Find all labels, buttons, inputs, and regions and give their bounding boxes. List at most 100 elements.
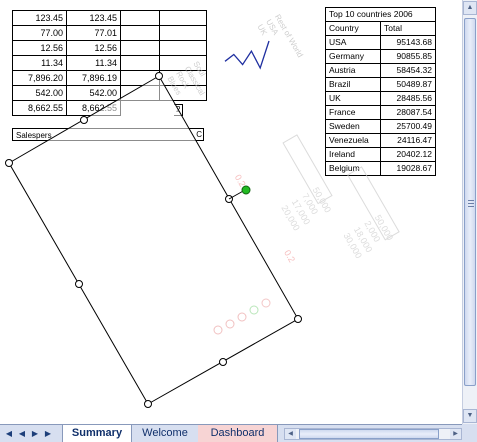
chart-value: 2,000	[362, 219, 382, 244]
number-cell[interactable]: 12.56	[12, 40, 67, 56]
total-value-cell[interactable]: 50489.87	[380, 77, 436, 92]
tab-welcome[interactable]: Welcome	[132, 425, 198, 442]
chart-value: 7,000	[300, 192, 320, 217]
country-cell[interactable]: France	[325, 105, 381, 120]
country-cell[interactable]: USA	[325, 35, 381, 50]
top10-row: France 28087.54	[325, 105, 436, 120]
chart-marker	[249, 305, 259, 315]
number-cell[interactable]: 542.00	[12, 85, 67, 101]
resize-handle[interactable]	[219, 358, 227, 366]
total-value-cell[interactable]: 90855.85	[380, 49, 436, 64]
next-sheet-icon[interactable]: ▶	[30, 428, 40, 439]
grip-line	[468, 203, 474, 204]
number-cell[interactable]: 123.45	[66, 10, 121, 26]
tab-dashboard[interactable]: Dashboard	[198, 425, 278, 442]
number-cell[interactable]: 7,896.19	[66, 70, 121, 86]
resize-handle[interactable]	[225, 195, 233, 203]
tab-summary[interactable]: Summary	[62, 425, 132, 442]
scroll-left-button[interactable]: ◀	[285, 429, 296, 439]
total-value-cell[interactable]: 58454.32	[380, 63, 436, 78]
resize-handle[interactable]	[75, 280, 83, 288]
top10-row: Venezuela 24116.47	[325, 133, 436, 148]
chart-value: 50,000	[311, 186, 333, 215]
numbers-row: 542.00 542.00	[12, 85, 207, 101]
numbers-row: 12.56 12.56	[12, 40, 207, 56]
number-cell[interactable]: 123.45	[12, 10, 67, 26]
horizontal-scrollbar[interactable]: ◀ ▶	[284, 428, 462, 440]
legend-label: UK	[256, 23, 270, 38]
total-cell[interactable]: 8,662.55	[66, 100, 121, 116]
first-sheet-icon[interactable]: ◀	[4, 428, 14, 439]
country-cell[interactable]: Ireland	[325, 147, 381, 162]
value-box	[347, 166, 400, 241]
resize-corner	[462, 424, 477, 442]
chart-marker	[261, 298, 271, 308]
prev-sheet-icon[interactable]: ◀	[17, 428, 27, 439]
empty-cell[interactable]	[120, 70, 160, 86]
horizontal-scroll-thumb[interactable]	[299, 429, 439, 439]
total-value-cell[interactable]: 28087.54	[380, 105, 436, 120]
rotation-arm	[228, 189, 246, 200]
total-value-cell[interactable]: 19028.67	[380, 161, 436, 176]
empty-cell[interactable]	[159, 10, 207, 26]
vertical-scroll-thumb[interactable]	[464, 18, 476, 386]
country-cell[interactable]: Brazil	[325, 77, 381, 92]
last-sheet-icon[interactable]: ▶	[43, 428, 53, 439]
chart-value: 30,000	[342, 231, 364, 260]
number-cell[interactable]: 7,896.20	[12, 70, 67, 86]
top10-row: Germany 90855.85	[325, 49, 436, 64]
empty-cell[interactable]	[120, 10, 160, 26]
chart-value: 0.2	[282, 248, 297, 264]
total-value-cell[interactable]: 28485.56	[380, 91, 436, 106]
grip-line	[468, 200, 474, 201]
numbers-row: 123.45 123.45	[12, 10, 207, 26]
total-value-cell[interactable]: 24116.47	[380, 133, 436, 148]
worksheet-area[interactable]: 123.45 123.45 77.00 77.01 12.56 12.56 11.34 11.…	[0, 0, 462, 424]
empty-cell[interactable]	[120, 55, 160, 71]
total-value-cell[interactable]: 95143.68	[380, 35, 436, 50]
total-cell[interactable]: 8,662.55	[12, 100, 67, 116]
resize-handle[interactable]	[80, 116, 88, 124]
empty-cell[interactable]	[120, 25, 160, 41]
empty-cell[interactable]	[159, 40, 207, 56]
country-cell[interactable]: Germany	[325, 49, 381, 64]
resize-handle[interactable]	[294, 315, 302, 323]
total-value-cell[interactable]: 25700.49	[380, 119, 436, 134]
country-cell[interactable]: Venezuela	[325, 133, 381, 148]
top10-row: Brazil 50489.87	[325, 77, 436, 92]
number-cell[interactable]: 12.56	[66, 40, 121, 56]
number-cell[interactable]: 11.34	[12, 55, 67, 71]
scroll-up-button[interactable]: ▲	[463, 1, 477, 15]
top10-row: Belgium 19028.67	[325, 161, 436, 176]
resize-handle[interactable]	[144, 400, 152, 408]
empty-cell[interactable]	[159, 55, 207, 71]
chart-value: 50,000	[373, 213, 395, 242]
chart-marker	[213, 325, 223, 335]
resize-handle[interactable]	[5, 159, 13, 167]
number-cell[interactable]: 77.00	[12, 25, 67, 41]
country-cell[interactable]: Belgium	[325, 161, 381, 176]
total-value-cell[interactable]: 20402.12	[380, 147, 436, 162]
chart-marker	[225, 319, 235, 329]
scroll-down-button[interactable]: ▼	[463, 409, 477, 423]
country-cell[interactable]: Sweden	[325, 119, 381, 134]
number-cell[interactable]: 11.34	[66, 55, 121, 71]
number-cell[interactable]: 542.00	[66, 85, 121, 101]
number-cell[interactable]: 77.01	[66, 25, 121, 41]
empty-cell[interactable]	[120, 85, 160, 101]
empty-cell[interactable]	[159, 85, 207, 101]
numbers-row: 7,896.20 7,896.19	[12, 70, 207, 86]
chart-frame[interactable]	[8, 75, 299, 405]
empty-cell[interactable]	[159, 70, 207, 86]
empty-cell[interactable]	[120, 40, 160, 56]
sparkline-chart[interactable]	[222, 38, 272, 72]
country-cell[interactable]: UK	[325, 91, 381, 106]
chart-value: 17,000	[290, 198, 312, 227]
scroll-right-button[interactable]: ▶	[450, 429, 461, 439]
country-cell[interactable]: Austria	[325, 63, 381, 78]
vertical-scrollbar[interactable]: ▲ ▼	[462, 0, 477, 424]
rotation-handle[interactable]	[241, 185, 251, 195]
legend-label: Rest of World	[273, 13, 305, 59]
empty-cell[interactable]	[159, 25, 207, 41]
salesperson-label[interactable]: Salespers	[12, 128, 204, 141]
